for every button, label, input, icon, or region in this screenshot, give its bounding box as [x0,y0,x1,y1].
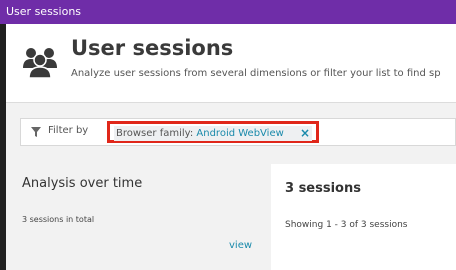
analysis-title: Analysis over time [22,176,143,191]
view-link[interactable]: view [229,240,252,251]
sessions-count-title: 3 sessions [285,181,361,196]
filter-chip-value: Android WebView [196,128,284,139]
page-subtitle: Analyze user sessions from several dimen… [71,68,441,79]
filter-chip-highlight[interactable]: Browser family: Android WebView × [107,121,319,143]
window-title-bar: User sessions [0,0,456,24]
window-title: User sessions [6,5,82,18]
users-group-icon [23,48,57,78]
sessions-panel: 3 sessions Showing 1 - 3 of 3 sessions [271,164,456,270]
filter-label: Filter by [48,125,89,136]
filter-bar[interactable]: Filter by Browser family: Android WebVie… [20,118,456,146]
filter-funnel-icon [31,127,41,137]
page-title: User sessions [71,36,234,60]
filter-chip-key: Browser family: [116,128,194,139]
close-x-icon[interactable]: × [300,126,310,141]
page-content: User sessions Analyze user sessions from… [6,24,456,270]
sessions-showing-text: Showing 1 - 3 of 3 sessions [285,220,408,230]
page-header: User sessions Analyze user sessions from… [6,24,456,103]
filter-chip[interactable]: Browser family: Android WebView × [114,126,312,141]
sessions-total-text: 3 sessions in total [22,215,95,224]
